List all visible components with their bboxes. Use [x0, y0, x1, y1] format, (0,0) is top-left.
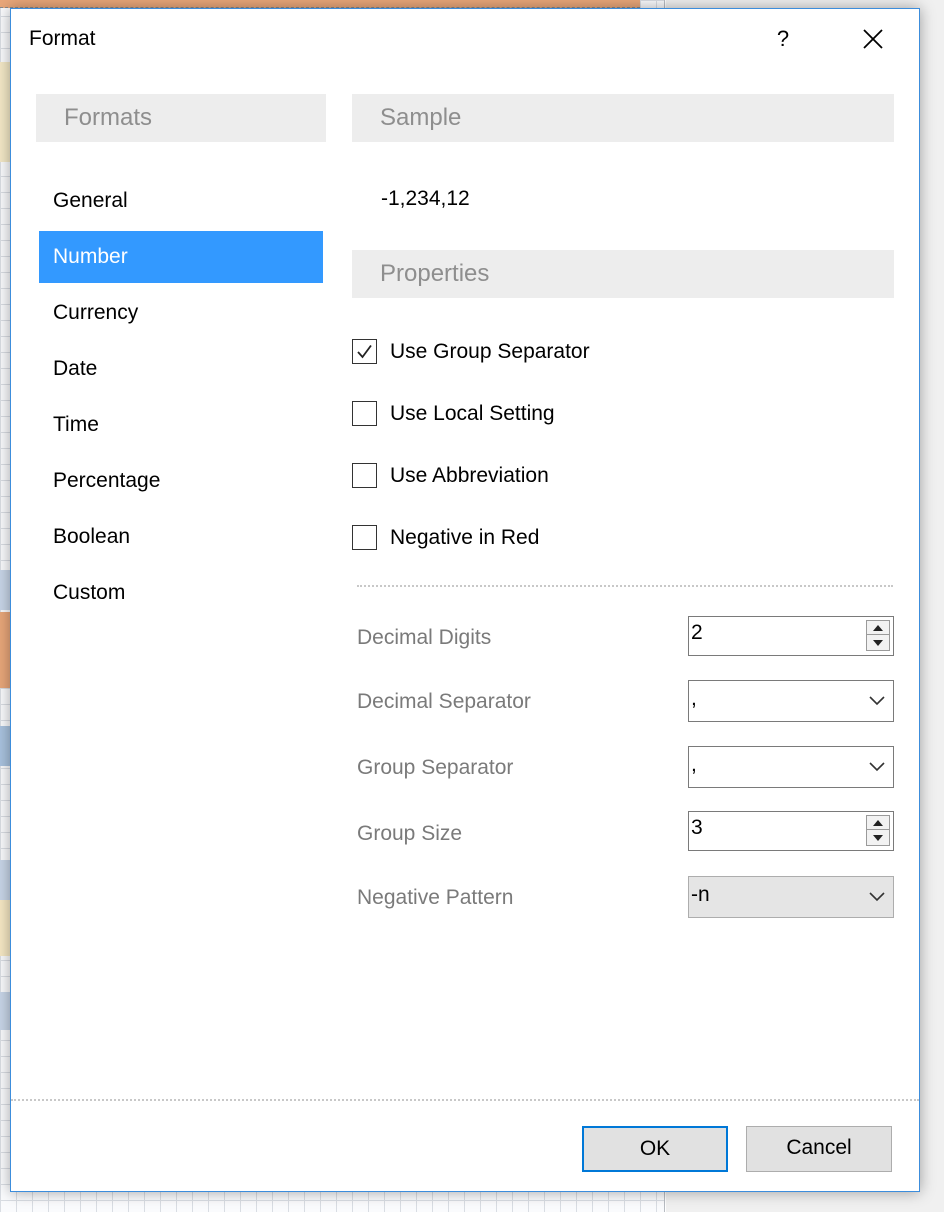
- triangle-down-icon: [873, 835, 883, 841]
- decimal-digits-label: Decimal Digits: [357, 626, 492, 649]
- close-button[interactable]: [851, 19, 895, 59]
- dialog-titlebar[interactable]: Format ?: [11, 9, 919, 71]
- format-dialog: Format ? Formats General Number Currency…: [10, 8, 920, 1192]
- spin-down-button[interactable]: [867, 831, 889, 845]
- checkbox-label: Use Abbreviation: [390, 464, 549, 487]
- cancel-button[interactable]: Cancel: [746, 1126, 892, 1172]
- properties-divider: [357, 585, 893, 587]
- decimal-separator-label: Decimal Separator: [357, 690, 531, 713]
- checkbox-box[interactable]: [352, 339, 377, 364]
- triangle-down-icon: [873, 640, 883, 646]
- footer-divider: [11, 1099, 919, 1101]
- chevron-down-icon: [869, 762, 885, 772]
- checkmark-icon: [357, 344, 372, 359]
- triangle-up-icon: [873, 820, 883, 826]
- help-button[interactable]: ?: [763, 19, 803, 59]
- chevron-down-icon: [869, 892, 885, 902]
- triangle-up-icon: [873, 625, 883, 631]
- sample-header: Sample: [352, 94, 894, 142]
- checkbox-box[interactable]: [352, 463, 377, 488]
- dialog-title: Format: [29, 27, 96, 50]
- formats-list: General Number Currency Date Time Percen…: [39, 175, 323, 623]
- group-size-stepper[interactable]: 3: [688, 811, 894, 851]
- group-separator-label: Group Separator: [357, 756, 514, 779]
- checkbox-box[interactable]: [352, 525, 377, 550]
- format-item-percentage[interactable]: Percentage: [39, 455, 323, 507]
- format-item-date[interactable]: Date: [39, 343, 323, 395]
- format-item-time[interactable]: Time: [39, 399, 323, 451]
- spin-buttons: [866, 815, 890, 846]
- checkbox-label: Use Local Setting: [390, 402, 555, 425]
- checkbox-label: Negative in Red: [390, 526, 540, 549]
- spin-buttons: [866, 620, 890, 651]
- checkbox-label: Use Group Separator: [390, 340, 590, 363]
- chevron-down-icon: [869, 696, 885, 706]
- group-size-value[interactable]: 3: [691, 816, 703, 840]
- spin-up-button[interactable]: [867, 621, 889, 635]
- format-item-general[interactable]: General: [39, 175, 323, 227]
- group-separator-select[interactable]: ,: [688, 746, 894, 788]
- negative-pattern-select[interactable]: -n: [688, 876, 894, 918]
- decimal-digits-stepper[interactable]: 2: [688, 616, 894, 656]
- spin-down-button[interactable]: [867, 636, 889, 650]
- decimal-digits-value[interactable]: 2: [691, 621, 703, 645]
- format-item-boolean[interactable]: Boolean: [39, 511, 323, 563]
- group-separator-value: ,: [691, 753, 697, 776]
- format-item-number[interactable]: Number: [39, 231, 323, 283]
- format-item-currency[interactable]: Currency: [39, 287, 323, 339]
- decimal-separator-select[interactable]: ,: [688, 680, 894, 722]
- ok-button[interactable]: OK: [582, 1126, 728, 1172]
- negative-pattern-label: Negative Pattern: [357, 886, 514, 909]
- sample-value: -1,234,12: [381, 187, 470, 210]
- negative-pattern-value: -n: [691, 883, 710, 906]
- decimal-separator-value: ,: [691, 687, 697, 710]
- background-header-strip: [0, 0, 640, 8]
- properties-header: Properties: [352, 250, 894, 298]
- format-item-custom[interactable]: Custom: [39, 567, 323, 619]
- formats-header: Formats: [36, 94, 326, 142]
- spin-up-button[interactable]: [867, 816, 889, 830]
- group-size-label: Group Size: [357, 822, 463, 845]
- checkbox-box[interactable]: [352, 401, 377, 426]
- close-icon: [863, 29, 883, 49]
